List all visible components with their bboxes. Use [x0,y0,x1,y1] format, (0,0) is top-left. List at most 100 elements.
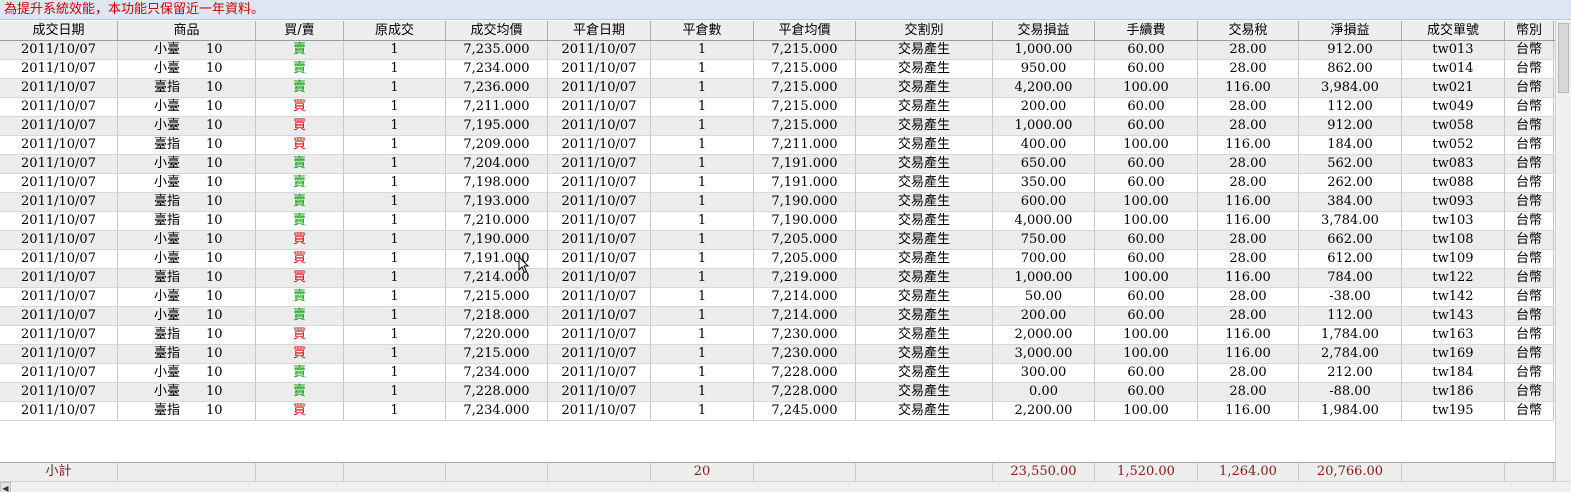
table-row[interactable]: 2011/10/07 小臺 10 買 1 7,191.000 2011/10/07 1 7,20… [0,250,1555,269]
cell-close-qty: 1 [651,79,754,98]
cell-avg-price: 7,193.000 [446,193,548,212]
totals-close-qty: 20 [651,463,754,481]
table-row[interactable]: 2011/10/07 小臺 10 賣 1 7,234.000 2011/10/07 1 7,22… [0,364,1555,383]
cell-avg-price: 7,215.000 [446,288,548,307]
cell-currency: 台幣 [1505,231,1554,250]
header-col-settle-type[interactable]: 交割別 [856,21,993,40]
cell-fee: 60.00 [1095,288,1198,307]
cell-tax: 28.00 [1198,98,1299,117]
product-name: 小臺 [154,61,181,76]
cell-avg-price: 7,234.000 [446,60,548,79]
vertical-scrollbar[interactable] [1555,21,1571,481]
table-row[interactable]: 2011/10/07 臺指 10 買 1 7,209.000 2011/10/07 1 7,21… [0,136,1555,155]
cell-orig-qty: 1 [344,41,446,60]
cell-close-date: 2011/10/07 [548,212,651,231]
table-row[interactable]: 2011/10/07 小臺 10 賣 1 7,234.000 2011/10/07 1 7,21… [0,60,1555,79]
header-col-tax[interactable]: 交易稅 [1198,21,1299,40]
cell-close-date: 2011/10/07 [548,117,651,136]
product-name: 小臺 [154,175,181,190]
cell-net-pnl: 662.00 [1299,231,1402,250]
table-row[interactable]: 2011/10/07 臺指 10 買 1 7,215.000 2011/10/07 1 7,23… [0,345,1555,364]
header-col-avg-price[interactable]: 成交均價 [446,21,548,40]
cell-currency: 台幣 [1505,288,1554,307]
cell-net-pnl: 562.00 [1299,155,1402,174]
cell-close-date: 2011/10/07 [548,41,651,60]
cell-close-qty: 1 [651,193,754,212]
cell-orig-qty: 1 [344,136,446,155]
cell-product: 臺指 10 [118,79,256,98]
header-col-close-qty[interactable]: 平倉數 [651,21,754,40]
table-row[interactable]: 2011/10/07 小臺 10 賣 1 7,235.000 2011/10/07 1 7,21… [0,41,1555,60]
cell-net-pnl: 2,784.00 [1299,345,1402,364]
table-row[interactable]: 2011/10/07 小臺 10 賣 1 7,204.000 2011/10/07 1 7,19… [0,155,1555,174]
cell-side: 買 [256,345,344,364]
cell-currency: 台幣 [1505,364,1554,383]
cell-order-no: tw142 [1402,288,1505,307]
cell-net-pnl: 912.00 [1299,117,1402,136]
product-name: 臺指 [154,403,181,418]
cell-order-no: tw143 [1402,307,1505,326]
table-row[interactable]: 2011/10/07 臺指 10 買 1 7,220.000 2011/10/07 1 7,23… [0,326,1555,345]
cell-product: 臺指 10 [118,136,256,155]
table-row[interactable]: 2011/10/07 小臺 10 買 1 7,190.000 2011/10/07 1 7,20… [0,231,1555,250]
header-col-trade-date[interactable]: 成交日期 [0,21,118,40]
header-col-order-no[interactable]: 成交單號 [1402,21,1505,40]
table-row[interactable]: 2011/10/07 小臺 10 賣 1 7,228.000 2011/10/07 1 7,22… [0,383,1555,402]
vertical-scroll-thumb[interactable] [1558,23,1569,93]
cell-close-qty: 1 [651,250,754,269]
cell-tax: 116.00 [1198,136,1299,155]
cell-fee: 60.00 [1095,117,1198,136]
cell-net-pnl: 862.00 [1299,60,1402,79]
cell-order-no: tw103 [1402,212,1505,231]
cell-close-qty: 1 [651,155,754,174]
cell-product: 小臺 10 [118,364,256,383]
table-row[interactable]: 2011/10/07 小臺 10 買 1 7,195.000 2011/10/07 1 7,21… [0,117,1555,136]
cell-settle-type: 交易產生 [856,231,993,250]
table-row[interactable]: 2011/10/07 小臺 10 賣 1 7,198.000 2011/10/07 1 7,19… [0,174,1555,193]
cell-order-no: tw195 [1402,402,1505,421]
cell-avg-price: 7,195.000 [446,117,548,136]
cell-product: 臺指 10 [118,326,256,345]
cell-close-avg: 7,230.000 [754,345,856,364]
product-lot-size: 10 [206,61,223,76]
header-col-close-avg[interactable]: 平倉均價 [754,21,856,40]
horizontal-scrollbar[interactable]: ◀ [0,481,1571,492]
cell-close-avg: 7,228.000 [754,383,856,402]
header-col-pnl[interactable]: 交易損益 [993,21,1095,40]
arrow-left-icon[interactable]: ◀ [0,482,11,492]
cell-trade-date: 2011/10/07 [0,174,118,193]
cell-pnl: 1,000.00 [993,269,1095,288]
cell-pnl: 650.00 [993,155,1095,174]
cell-trade-date: 2011/10/07 [0,364,118,383]
header-col-close-date[interactable]: 平倉日期 [548,21,651,40]
cell-product: 臺指 10 [118,212,256,231]
cell-trade-date: 2011/10/07 [0,345,118,364]
header-col-orig-qty[interactable]: 原成交 [344,21,446,40]
header-col-net-pnl[interactable]: 淨損益 [1299,21,1402,40]
header-col-side[interactable]: 買/賣 [256,21,344,40]
table-row[interactable]: 2011/10/07 臺指 10 賣 1 7,210.000 2011/10/07 1 7,19… [0,212,1555,231]
header-col-fee[interactable]: 手續費 [1095,21,1198,40]
cell-close-qty: 1 [651,402,754,421]
table-row[interactable]: 2011/10/07 臺指 10 買 1 7,234.000 2011/10/07 1 7,24… [0,402,1555,421]
cell-product: 臺指 10 [118,193,256,212]
cell-close-date: 2011/10/07 [548,345,651,364]
header-col-currency[interactable]: 幣別 [1505,21,1554,40]
cell-avg-price: 7,235.000 [446,41,548,60]
table-row[interactable]: 2011/10/07 小臺 10 賣 1 7,218.000 2011/10/07 1 7,21… [0,307,1555,326]
cell-order-no: tw049 [1402,98,1505,117]
cell-close-avg: 7,190.000 [754,193,856,212]
table-row[interactable]: 2011/10/07 小臺 10 賣 1 7,215.000 2011/10/07 1 7,21… [0,288,1555,307]
cell-currency: 台幣 [1505,212,1554,231]
cell-close-date: 2011/10/07 [548,98,651,117]
table-row[interactable]: 2011/10/07 臺指 10 賣 1 7,236.000 2011/10/07 1 7,21… [0,79,1555,98]
header-col-product[interactable]: 商品 [118,21,256,40]
product-name: 小臺 [154,232,181,247]
cell-pnl: 2,000.00 [993,326,1095,345]
cell-pnl: 4,200.00 [993,79,1095,98]
table-row[interactable]: 2011/10/07 臺指 10 賣 1 7,193.000 2011/10/07 1 7,19… [0,193,1555,212]
table-row[interactable]: 2011/10/07 小臺 10 買 1 7,211.000 2011/10/07 1 7,21… [0,98,1555,117]
table-row[interactable]: 2011/10/07 臺指 10 買 1 7,214.000 2011/10/07 1 7,21… [0,269,1555,288]
cell-currency: 台幣 [1505,117,1554,136]
cell-currency: 台幣 [1505,136,1554,155]
